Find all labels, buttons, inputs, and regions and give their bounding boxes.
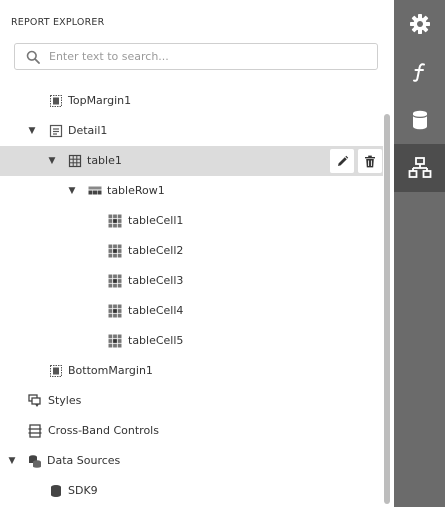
table-cell-icon (108, 214, 122, 228)
database-icon (49, 484, 63, 498)
collapse-arrow-icon[interactable]: ▼ (66, 185, 78, 197)
search-icon (26, 50, 40, 64)
tree-item-detail1[interactable]: ▼ Detail1 (0, 116, 383, 146)
tree-item-tablecell2[interactable]: tableCell2 (0, 236, 383, 266)
tree-item-topmargin1[interactable]: TopMargin1 (0, 86, 383, 116)
tree-item-styles[interactable]: Styles (0, 386, 383, 416)
collapse-arrow-icon[interactable]: ▼ (26, 125, 38, 137)
table-cell-icon (108, 244, 122, 258)
collapse-arrow-icon[interactable]: ▼ (46, 155, 58, 167)
table-cell-icon (108, 274, 122, 288)
report-explorer-icon (408, 156, 432, 180)
tree-item-label: tableCell5 (128, 334, 184, 347)
styles-icon (28, 394, 42, 408)
tree-item-bottommargin1[interactable]: BottomMargin1 (0, 356, 383, 386)
explorer-tree: TopMargin1 ▼ Detail1 ▼ table1 ▼ tableRow… (0, 86, 383, 507)
tree-item-label: SDK9 (68, 484, 98, 497)
detail-band-icon (49, 124, 63, 138)
edit-button[interactable] (330, 149, 354, 173)
tree-item-label: tableCell3 (128, 274, 184, 287)
table-row-icon (88, 184, 102, 198)
report-explorer-tab-button[interactable] (394, 144, 445, 192)
table-icon (68, 154, 82, 168)
tree-item-label: tableCell4 (128, 304, 184, 317)
cross-band-icon (28, 424, 42, 438)
tree-item-tablecell5[interactable]: tableCell5 (0, 326, 383, 356)
tree-item-label: Cross-Band Controls (48, 424, 159, 437)
tree-item-label: tableCell2 (128, 244, 184, 257)
search-input[interactable] (49, 50, 349, 63)
function-icon (409, 61, 431, 83)
tree-item-tablecell4[interactable]: tableCell4 (0, 296, 383, 326)
collapse-arrow-icon[interactable]: ▼ (6, 455, 18, 467)
margin-band-icon (49, 94, 63, 108)
tree-item-label: Detail1 (68, 124, 108, 137)
right-toolbar (394, 0, 445, 507)
tree-item-label: tableCell1 (128, 214, 184, 227)
tree-item-label: table1 (87, 154, 122, 167)
tree-item-tablerow1[interactable]: ▼ tableRow1 (0, 176, 383, 206)
expressions-tab-button[interactable] (394, 48, 445, 96)
tree-item-tablecell1[interactable]: tableCell1 (0, 206, 383, 236)
tree-item-sdk9[interactable]: SDK9 (0, 476, 383, 506)
field-list-tab-button[interactable] (394, 96, 445, 144)
database-icon (409, 109, 431, 131)
tree-item-table1[interactable]: ▼ table1 (0, 146, 383, 176)
tree-item-tablecell3[interactable]: tableCell3 (0, 266, 383, 296)
table-cell-icon (108, 304, 122, 318)
edit-icon (336, 155, 349, 168)
data-sources-icon (28, 454, 42, 468)
tree-item-label: tableRow1 (107, 184, 165, 197)
panel-title: REPORT EXPLORER (11, 17, 105, 28)
vertical-scrollbar[interactable] (384, 114, 390, 504)
tree-item-label: Styles (48, 394, 82, 407)
tree-item-data-sources[interactable]: ▼ Data Sources (0, 446, 383, 476)
tree-item-cross-band-controls[interactable]: Cross-Band Controls (0, 416, 383, 446)
tree-item-label: TopMargin1 (68, 94, 132, 107)
table-cell-icon (108, 334, 122, 348)
report-explorer-panel: REPORT EXPLORER TopMargin1 ▼ Detail1 ▼ (0, 0, 394, 507)
properties-tab-button[interactable] (394, 0, 445, 48)
margin-band-icon (49, 364, 63, 378)
delete-icon (364, 155, 376, 168)
delete-button[interactable] (358, 149, 382, 173)
tree-item-label: Data Sources (47, 454, 121, 467)
gear-icon (409, 13, 431, 35)
tree-item-label: BottomMargin1 (68, 364, 153, 377)
search-box[interactable] (14, 43, 378, 70)
